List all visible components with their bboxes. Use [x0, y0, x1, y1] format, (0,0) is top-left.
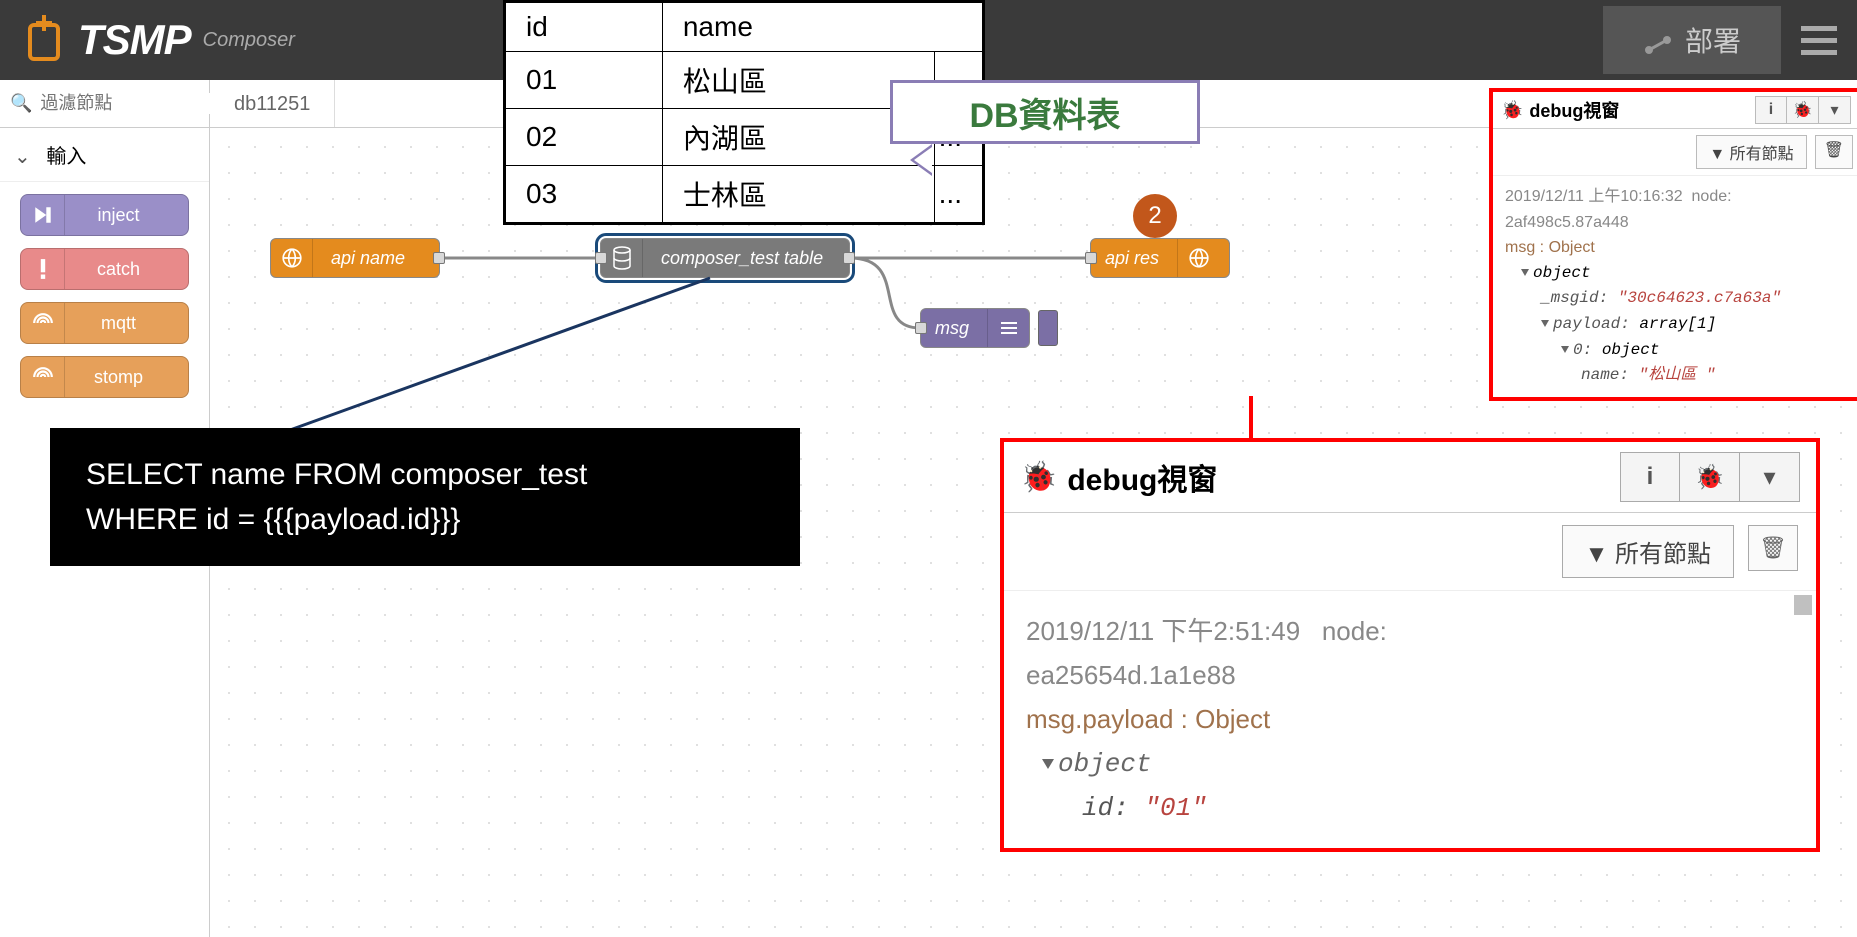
flow-node-debug-msg[interactable]: msg [920, 308, 1030, 348]
flow-canvas[interactable]: api name composer_test table api res 2 m… [210, 128, 1857, 937]
palette-search: 🔍 [0, 80, 209, 128]
database-icon [601, 239, 643, 277]
info-tab-button[interactable]: i [1755, 96, 1787, 124]
palette-node-label: inject [97, 205, 139, 226]
exclaim-icon [21, 249, 65, 289]
sql-line-2: WHERE id = {{{payload.id}}} [86, 497, 764, 542]
palette-node-stomp[interactable]: stomp [20, 356, 189, 398]
arrow-right-icon [21, 195, 65, 235]
db-col-id: id [506, 3, 663, 52]
chevron-down-icon: ⌄ [14, 146, 31, 168]
clear-debug-button[interactable]: 🗑 [1748, 525, 1798, 571]
db-table-callout: DB資料表 [890, 80, 1200, 144]
panel-dropdown-button[interactable]: ▾ [1740, 452, 1800, 502]
tab-db11251[interactable]: db11251 [210, 80, 335, 127]
flow-node-label: composer_test table [643, 248, 841, 269]
debug-panel-small: 🐞 debug視窗 i 🐞 ▾ ▼ 所有節點 🗑 2019/12/11 上午10… [1489, 88, 1857, 401]
scrollbar-thumb[interactable] [1794, 595, 1812, 615]
deploy-label: 部署 [1685, 20, 1741, 60]
funnel-icon: ▼ [1585, 541, 1609, 568]
category-label: 輸入 [46, 146, 86, 168]
flow-node-db-table[interactable]: composer_test table [600, 238, 850, 278]
debug-timestamp: 2019/12/11 上午10:16:32 [1505, 188, 1683, 205]
deploy-icon [1643, 30, 1673, 50]
palette-node-catch[interactable]: catch [20, 248, 189, 290]
filter-nodes-button[interactable]: ▼ 所有節點 [1562, 525, 1734, 578]
debug-msg-type: msg : Object [1505, 235, 1847, 261]
callout-tail [910, 144, 932, 176]
clear-debug-button[interactable]: 🗑 [1815, 135, 1853, 169]
deploy-button[interactable]: 部署 [1603, 6, 1781, 74]
palette-node-label: stomp [94, 367, 143, 388]
flow-node-api-name[interactable]: api name [270, 238, 440, 278]
annotation-badge-2: 2 [1133, 194, 1177, 238]
debug-panel-title: 🐞 debug視窗 [1501, 97, 1619, 123]
debug-panel-large: 🐞 debug視窗 i 🐞 ▾ ▼ 所有節點 🗑 2019/12/11 下午2:… [1000, 438, 1820, 852]
info-tab-button[interactable]: i [1620, 452, 1680, 502]
debug-tab-button[interactable]: 🐞 [1680, 452, 1740, 502]
debug-timestamp: 2019/12/11 下午2:51:49 [1026, 616, 1300, 646]
filter-nodes-button[interactable]: ▼ 所有節點 [1696, 135, 1806, 169]
input-port[interactable] [915, 322, 927, 334]
debug-msg-type: msg.payload : Object [1026, 697, 1794, 741]
palette-node-label: mqtt [101, 313, 136, 334]
output-port[interactable] [843, 252, 855, 264]
logo-subtitle: Composer [203, 29, 295, 52]
debug-panel-title: 🐞 debug視窗 [1020, 455, 1217, 499]
debug-tree: object id: "01" [1026, 742, 1794, 830]
debug-tree: object _msgid: "30c64623.c7a63a" payload… [1505, 261, 1847, 389]
bug-icon: 🐞 [1501, 100, 1523, 121]
bug-icon: 🐞 [1020, 460, 1057, 495]
debug-tab-button[interactable]: 🐞 [1787, 96, 1819, 124]
palette-category-input[interactable]: ⌄ 輸入 [0, 128, 209, 182]
funnel-icon: ▼ [1709, 146, 1725, 163]
sql-line-1: SELECT name FROM composer_test [86, 452, 764, 497]
panel-dropdown-button[interactable]: ▾ [1819, 96, 1851, 124]
palette-node-label: catch [97, 259, 140, 280]
globe-icon [271, 239, 313, 277]
output-port[interactable] [433, 252, 445, 264]
globe-icon [1177, 239, 1219, 277]
input-port[interactable] [1085, 252, 1097, 264]
app-logo: TSMP Composer [20, 15, 295, 65]
flow-node-label: api name [313, 248, 423, 269]
db-col-name: name [662, 3, 982, 52]
palette-node-inject[interactable]: inject [20, 194, 189, 236]
logo-icon [20, 15, 70, 65]
input-port[interactable] [595, 252, 607, 264]
sql-query-annotation: SELECT name FROM composer_test WHERE id … [50, 428, 800, 566]
list-icon [987, 309, 1029, 347]
search-icon: 🔍 [10, 93, 32, 114]
debug-node-id: 2af498c5.87a448 [1505, 210, 1847, 236]
flow-node-api-res[interactable]: api res [1090, 238, 1230, 278]
radio-icon [21, 357, 65, 397]
flow-node-label: api res [1091, 248, 1177, 269]
flow-node-label: msg [921, 318, 987, 339]
hamburger-menu-button[interactable] [1801, 26, 1837, 55]
debug-toggle-button[interactable] [1038, 310, 1058, 346]
debug-node-id: ea25654d.1a1e88 [1026, 653, 1794, 697]
palette-node-mqtt[interactable]: mqtt [20, 302, 189, 344]
logo-text: TSMP [78, 16, 191, 64]
radio-icon [21, 303, 65, 343]
